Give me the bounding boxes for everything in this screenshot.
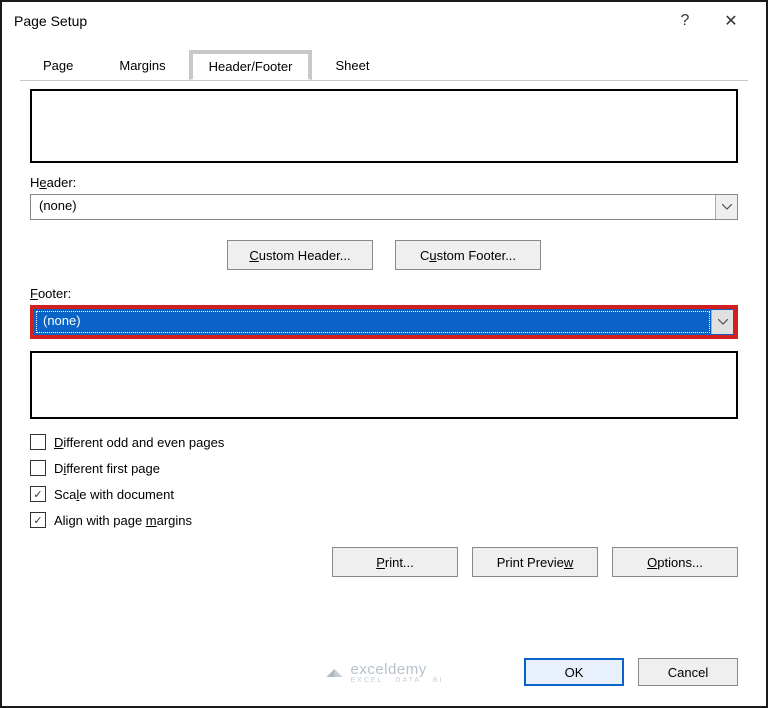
titlebar: Page Setup ? ✕ (2, 2, 766, 40)
footer-combo[interactable]: (none) (34, 309, 734, 335)
logo-icon (325, 663, 345, 683)
footer-preview-box (30, 351, 738, 419)
ok-button[interactable]: OK (524, 658, 624, 686)
help-button[interactable]: ? (662, 6, 708, 36)
tab-margins[interactable]: Margins (96, 49, 188, 81)
footer-combo-arrow[interactable] (711, 310, 733, 334)
checkbox-icon (30, 460, 46, 476)
custom-header-button[interactable]: Custom Header... (227, 240, 373, 270)
check-label: Scale with document (54, 487, 174, 502)
header-combo-value: (none) (31, 195, 715, 219)
close-button[interactable]: ✕ (708, 6, 754, 36)
footer-label: Footer: (30, 286, 738, 301)
checkbox-group: Different odd and even pages Different f… (30, 429, 738, 533)
check-label: Align with page margins (54, 513, 192, 528)
print-preview-button[interactable]: Print Preview (472, 547, 598, 577)
chevron-down-icon (722, 204, 732, 210)
custom-button-row: Custom Header... Custom Footer... (30, 240, 738, 270)
dialog-button-row: OK Cancel (524, 658, 738, 686)
watermark-text: exceldemy (351, 662, 444, 677)
check-scale-document[interactable]: ✓ Scale with document (30, 481, 738, 507)
header-combo-arrow[interactable] (715, 195, 737, 219)
check-align-margins[interactable]: ✓ Align with page margins (30, 507, 738, 533)
checkbox-icon (30, 434, 46, 450)
header-combo[interactable]: (none) (30, 194, 738, 220)
options-button[interactable]: Options... (612, 547, 738, 577)
check-different-odd-even[interactable]: Different odd and even pages (30, 429, 738, 455)
check-label: Different odd and even pages (54, 435, 224, 450)
footer-combo-value: (none) (35, 310, 711, 334)
checkbox-icon: ✓ (30, 512, 46, 528)
tab-page[interactable]: Page (20, 49, 96, 81)
action-button-row: Print... Print Preview Options... (30, 547, 738, 577)
chevron-down-icon (718, 319, 728, 325)
print-button[interactable]: Print... (332, 547, 458, 577)
custom-footer-button[interactable]: Custom Footer... (395, 240, 541, 270)
tab-strip: Page Margins Header/Footer Sheet (20, 48, 748, 81)
footer-combo-highlight: (none) (30, 305, 738, 339)
checkbox-icon: ✓ (30, 486, 46, 502)
dialog-title: Page Setup (14, 13, 662, 29)
watermark-subtext: EXCEL · DATA · BI (351, 677, 444, 684)
header-preview-box (30, 89, 738, 163)
check-different-first[interactable]: Different first page (30, 455, 738, 481)
check-label: Different first page (54, 461, 160, 476)
tab-sheet[interactable]: Sheet (312, 49, 392, 81)
tab-header-footer[interactable]: Header/Footer (189, 50, 313, 80)
cancel-button[interactable]: Cancel (638, 658, 738, 686)
watermark: exceldemy EXCEL · DATA · BI (325, 662, 444, 684)
tab-content: Header: (none) Custom Header... Custom F… (2, 89, 766, 577)
header-label: Header: (30, 175, 738, 190)
